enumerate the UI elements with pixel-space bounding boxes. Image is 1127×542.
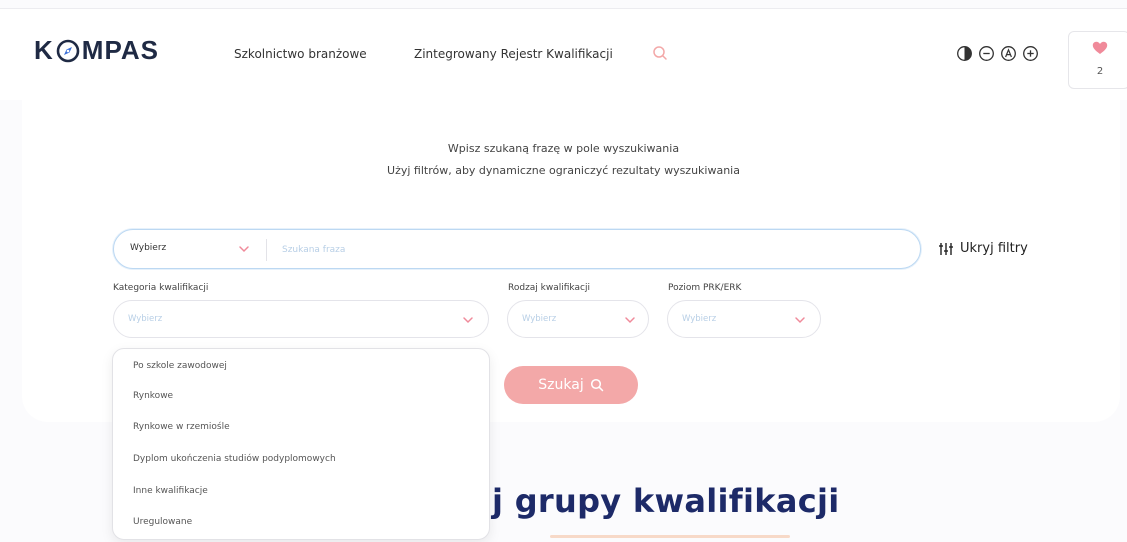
filter-label-kategoria: Kategoria kwalifikacji — [113, 283, 209, 293]
zoom-in-icon[interactable] — [1022, 45, 1039, 62]
chevron-down-icon[interactable] — [238, 244, 250, 254]
section-title: j grupy kwalifikacji — [492, 482, 840, 520]
hide-filters-label: Ukryj filtry — [960, 241, 1028, 256]
nav-szkolnictwo-branzowe[interactable]: Szkolnictwo branżowe — [234, 47, 367, 61]
hide-filters-button[interactable]: Ukryj filtry — [938, 241, 1028, 256]
intro-line-2: Użyj filtrów, aby dynamiczne ograniczyć … — [387, 164, 740, 177]
filter-label-poziom: Poziom PRK/ERK — [668, 283, 742, 293]
search-button[interactable]: Szukaj — [504, 366, 638, 404]
search-type-select[interactable]: Wybierz — [130, 243, 166, 253]
font-size-icon[interactable] — [1000, 45, 1017, 62]
filter-select-kategoria[interactable]: Wybierz — [113, 300, 489, 338]
filter-placeholder: Wybierz — [522, 314, 557, 324]
search-icon[interactable] — [652, 45, 668, 61]
dropdown-option[interactable]: Rynkowe w rzemiośle — [133, 422, 230, 432]
logo-text-left: K — [34, 35, 54, 65]
filter-placeholder: Wybierz — [128, 314, 163, 324]
zoom-out-icon[interactable] — [978, 45, 995, 62]
contrast-icon[interactable] — [956, 45, 973, 62]
search-bar: Wybierz — [113, 229, 921, 269]
heart-icon — [1092, 41, 1108, 54]
filter-label-rodzaj: Rodzaj kwalifikacji — [508, 283, 590, 293]
filter-select-poziom[interactable]: Wybierz — [667, 300, 821, 338]
filter-placeholder: Wybierz — [682, 314, 717, 324]
category-dropdown-menu: Po szkole zawodowej Rynkowe Rynkowe w rz… — [112, 348, 490, 540]
search-input[interactable] — [282, 241, 882, 259]
site-header: K MPAS Szkolnictwo branżowe Zintegrowany… — [0, 8, 1127, 100]
search-divider — [266, 239, 267, 261]
compass-icon — [56, 39, 80, 62]
dropdown-option[interactable]: Rynkowe — [133, 391, 173, 401]
dropdown-option[interactable]: Po szkole zawodowej — [133, 361, 227, 371]
filter-select-rodzaj[interactable]: Wybierz — [507, 300, 649, 338]
kompas-logo[interactable]: K MPAS — [34, 35, 159, 66]
search-button-label: Szukaj — [538, 377, 584, 393]
intro-line-1: Wpisz szukaną frazę w pole wyszukiwania — [447, 142, 680, 155]
dropdown-option[interactable]: Inne kwalifikacje — [133, 486, 208, 496]
favorites-count: 2 — [1096, 66, 1104, 77]
search-icon — [590, 378, 603, 392]
chevron-down-icon — [463, 317, 473, 324]
chevron-down-icon — [625, 317, 635, 324]
logo-text-right: MPAS — [81, 35, 159, 65]
chevron-down-icon — [795, 317, 805, 324]
dropdown-option[interactable]: Dyplom ukończenia studiów podyplomowych — [133, 454, 336, 464]
nav-zintegrowany-rejestr[interactable]: Zintegrowany Rejestr Kwalifikacji — [414, 47, 613, 61]
favorites-button[interactable]: 2 — [1068, 31, 1127, 89]
dropdown-option[interactable]: Uregulowane — [133, 517, 192, 527]
sliders-icon — [939, 242, 953, 255]
section-underline — [550, 535, 790, 538]
